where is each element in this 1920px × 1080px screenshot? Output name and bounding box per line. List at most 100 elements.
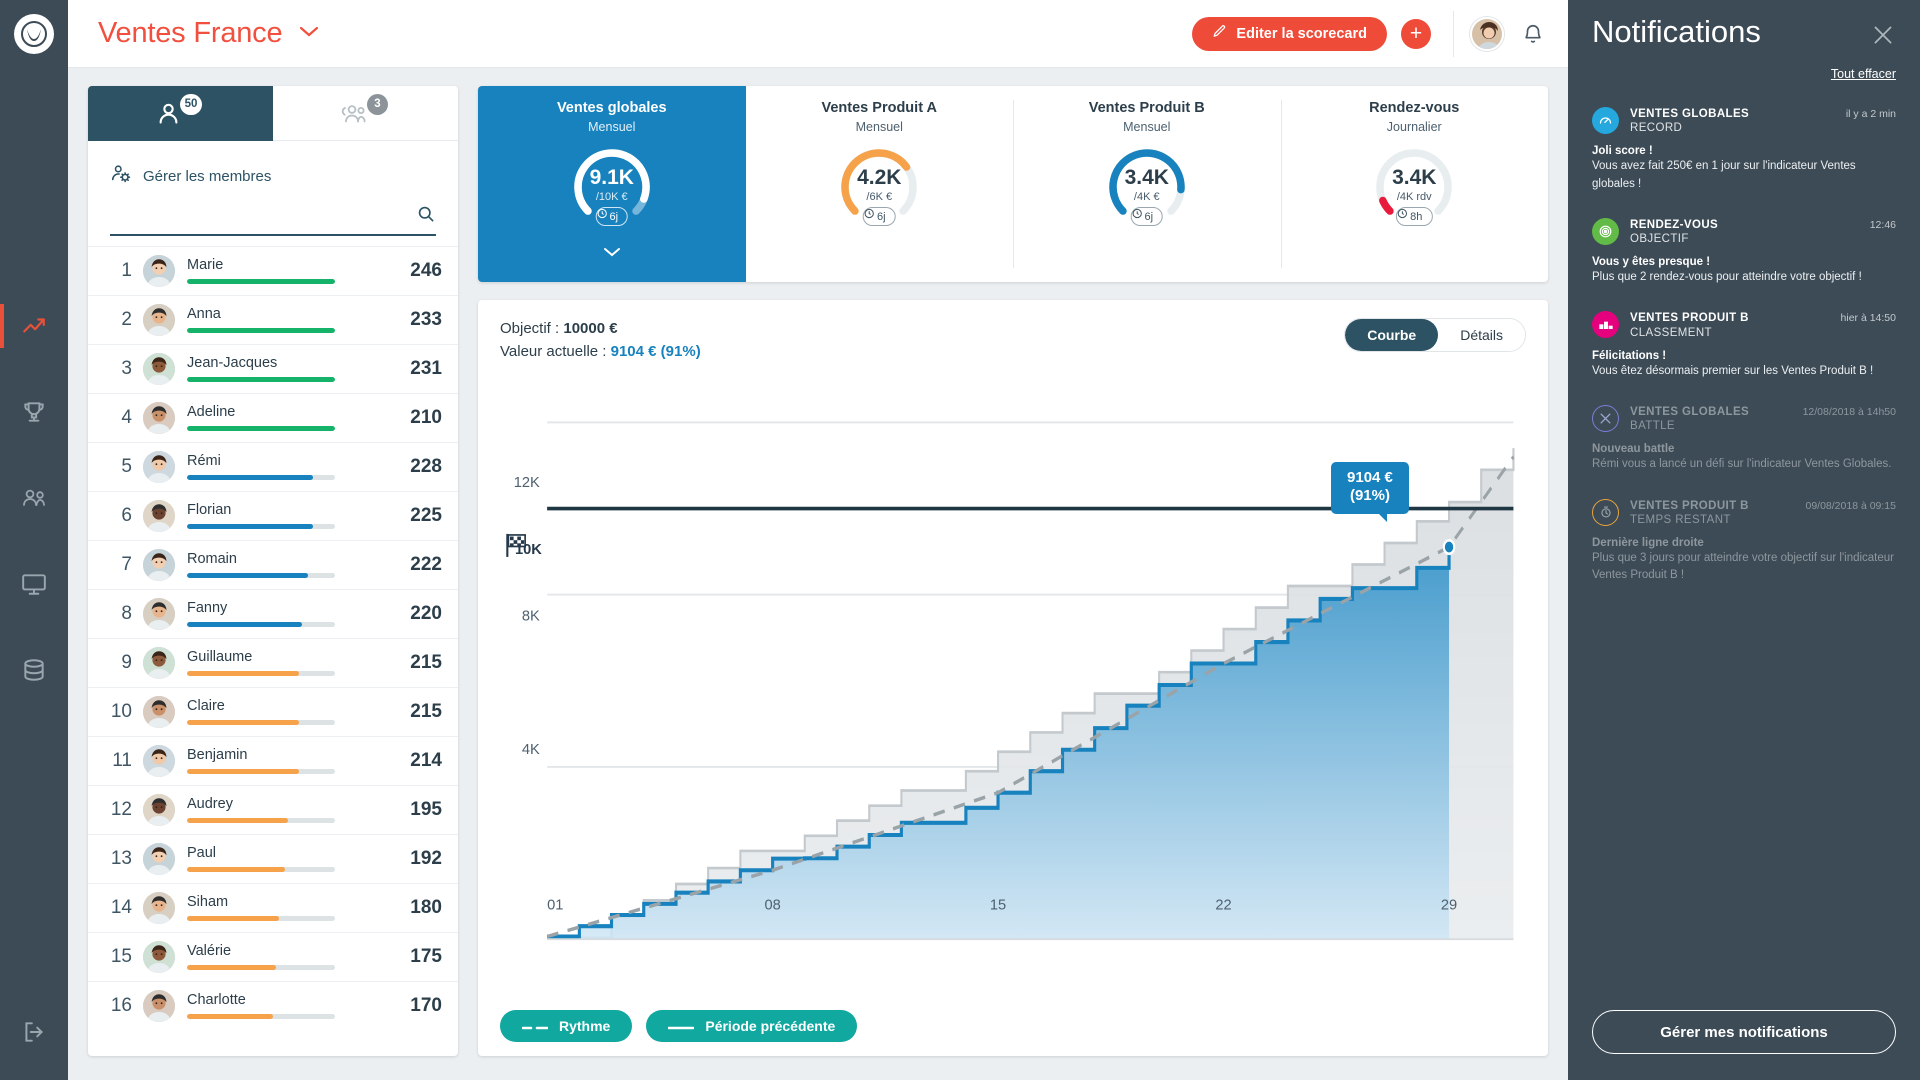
chart-header: Objectif : 10000 € Valeur actuelle : 910…	[500, 318, 1526, 363]
members-search-row	[110, 204, 436, 236]
table-row[interactable]: 15 Valérie 175	[88, 932, 458, 981]
notification-item[interactable]: VENTES PRODUIT B CLASSEMENT hier à 14:50 Fé…	[1592, 311, 1896, 380]
svg-text:4K: 4K	[522, 742, 540, 758]
member-name: Adeline	[187, 404, 236, 421]
table-row[interactable]: 13 Paul 192	[88, 834, 458, 883]
notification-kind: TEMPS RESTANT	[1630, 513, 1731, 526]
manage-members-link[interactable]: Gérer les membres	[88, 141, 458, 190]
legend-item-2[interactable]: Période précédente	[646, 1010, 858, 1042]
notification-time: il y a 2 min	[1845, 108, 1896, 120]
table-row[interactable]: 3 Jean-Jacques 231	[88, 344, 458, 393]
rail-item-trophy[interactable]	[0, 390, 68, 434]
search-icon[interactable]	[416, 204, 436, 229]
target-icon	[1592, 217, 1619, 245]
kpi-card-1[interactable]: Ventes globales Mensuel 9.1K/10K € 6j	[478, 86, 746, 282]
avatar	[143, 941, 175, 973]
members-ranking-panel: 50 3 Gérer les membres 1 Marie 246 2 Ann…	[88, 86, 458, 1056]
notifications-footer: Gérer mes notifications	[1592, 1010, 1896, 1080]
kpi-card-2[interactable]: Ventes Produit A Mensuel 4.2K/6K € 6j	[746, 86, 1014, 282]
member-name: Guillaume	[187, 649, 253, 666]
rank-number: 6	[121, 505, 132, 526]
rail-item-screen[interactable]	[0, 562, 68, 606]
bell-icon[interactable]	[1518, 18, 1548, 49]
notification-headline: Félicitations !	[1592, 349, 1667, 362]
score-progress-bar	[187, 964, 335, 970]
progress-area-chart[interactable]: 4K 8K 10K 12K 01 08 15 22 29 9104 € (91%)	[500, 369, 1526, 1004]
score-progress-bar	[187, 523, 335, 529]
table-row[interactable]: 4 Adeline 210	[88, 393, 458, 442]
kpi-value: 4.2K	[857, 166, 902, 189]
notification-item[interactable]: RENDEZ-VOUS OBJECTIF 12:46 Vous y êtes pres…	[1592, 217, 1896, 287]
notification-body: Rémi vous a lancé un défi sur l'indicate…	[1592, 458, 1892, 471]
close-icon[interactable]	[1870, 22, 1896, 53]
member-score: 170	[410, 995, 442, 1016]
edit-scorecard-label: Editer la scorecard	[1236, 25, 1367, 42]
stopwatch-icon	[1592, 498, 1619, 526]
rail-item-database[interactable]	[0, 648, 68, 692]
svg-text:01: 01	[547, 897, 563, 913]
edit-scorecard-button[interactable]: Editer la scorecard	[1192, 16, 1387, 51]
avatar	[143, 451, 175, 483]
clear-all-link[interactable]: Tout effacer	[1831, 67, 1896, 81]
table-row[interactable]: 2 Anna 233	[88, 295, 458, 344]
avatar[interactable]	[1470, 16, 1504, 51]
table-row[interactable]: 10 Claire 215	[88, 687, 458, 736]
tab-details[interactable]: Détails	[1438, 319, 1525, 351]
tab-group-members[interactable]: 3	[273, 86, 458, 141]
svg-text:8K: 8K	[522, 609, 540, 625]
add-button[interactable]: +	[1401, 18, 1431, 49]
member-info: Florian	[187, 502, 400, 529]
legend-item-1[interactable]: Rythme	[500, 1010, 633, 1042]
members-list[interactable]: 1 Marie 246 2 Anna 233 3 Jean-Jacques 231 4 Adelin…	[88, 246, 458, 1056]
table-row[interactable]: 9 Guillaume 215	[88, 638, 458, 687]
kpi-card-4[interactable]: Rendez-vous Journalier 3.4K/4K rdv 8h	[1280, 86, 1549, 282]
notification-item[interactable]: VENTES GLOBALES RECORD il y a 2 min Joli sc…	[1592, 107, 1896, 193]
tab-group-badge: 3	[367, 93, 388, 115]
chart-view-toggle: Courbe Détails	[1344, 318, 1526, 352]
tab-individual-members[interactable]: 50	[88, 86, 273, 141]
kpi-period: Mensuel	[855, 120, 903, 134]
score-progress-bar	[187, 915, 335, 921]
member-name: Benjamin	[187, 747, 248, 764]
kpi-value: 3.4K	[1124, 166, 1169, 189]
notification-item[interactable]: VENTES GLOBALES BATTLE 12/08/2018 à 14h50 N…	[1592, 404, 1896, 474]
score-progress-bar	[187, 670, 335, 676]
table-row[interactable]: 5 Rémi 228	[88, 442, 458, 491]
rank-number: 7	[121, 554, 132, 575]
rail-item-logout[interactable]	[0, 1010, 68, 1054]
search-input[interactable]	[110, 205, 416, 229]
rail-item-analytics[interactable]	[0, 304, 68, 348]
table-row[interactable]: 7 Romain 222	[88, 540, 458, 589]
notification-item[interactable]: VENTES PRODUIT B TEMPS RESTANT 09/08/2018 …	[1592, 498, 1896, 585]
table-row[interactable]: 6 Florian 225	[88, 491, 458, 540]
kpi-card-3[interactable]: Ventes Produit B Mensuel 3.4K/4K € 6j	[1013, 86, 1281, 282]
current-value: 9104 € (91%)	[610, 342, 701, 360]
chevron-down-icon[interactable]	[602, 245, 622, 263]
avatar	[143, 549, 175, 581]
chevron-down-icon[interactable]	[298, 24, 320, 43]
kpi-gauge: 9.1K/10K € 6j	[567, 143, 657, 231]
svg-text:15: 15	[990, 897, 1006, 913]
member-info: Anna	[187, 306, 400, 333]
table-row[interactable]: 16 Charlotte 170	[88, 981, 458, 1030]
rail-item-team[interactable]	[0, 476, 68, 520]
table-row[interactable]: 11 Benjamin 214	[88, 736, 458, 785]
table-row[interactable]: 8 Fanny 220	[88, 589, 458, 638]
table-row[interactable]: 12 Audrey 195	[88, 785, 458, 834]
notification-head: VENTES PRODUIT B TEMPS RESTANT 09/08/2018 …	[1592, 498, 1896, 528]
notifications-list[interactable]: VENTES GLOBALES RECORD il y a 2 min Joli sc…	[1592, 107, 1896, 1010]
member-score: 225	[410, 505, 442, 526]
table-row[interactable]: 1 Marie 246	[88, 246, 458, 295]
app-logo-icon[interactable]	[14, 14, 54, 54]
notification-time: 09/08/2018 à 09:15	[1805, 499, 1896, 512]
member-info: Paul	[187, 845, 400, 872]
member-name: Romain	[187, 551, 237, 568]
table-row[interactable]: 14 Siham 180	[88, 883, 458, 932]
tab-courbe[interactable]: Courbe	[1345, 319, 1439, 351]
manage-notifications-button[interactable]: Gérer mes notifications	[1592, 1010, 1896, 1054]
current-label: Valeur actuelle :	[500, 342, 611, 360]
notifications-panel: Notifications Tout effacer VENTES GLOBAL…	[1568, 0, 1920, 1080]
right-column: Ventes globales Mensuel 9.1K/10K €6j Ventes…	[478, 86, 1548, 1056]
legend-line-icon	[521, 1018, 549, 1034]
member-score: 210	[410, 407, 442, 428]
